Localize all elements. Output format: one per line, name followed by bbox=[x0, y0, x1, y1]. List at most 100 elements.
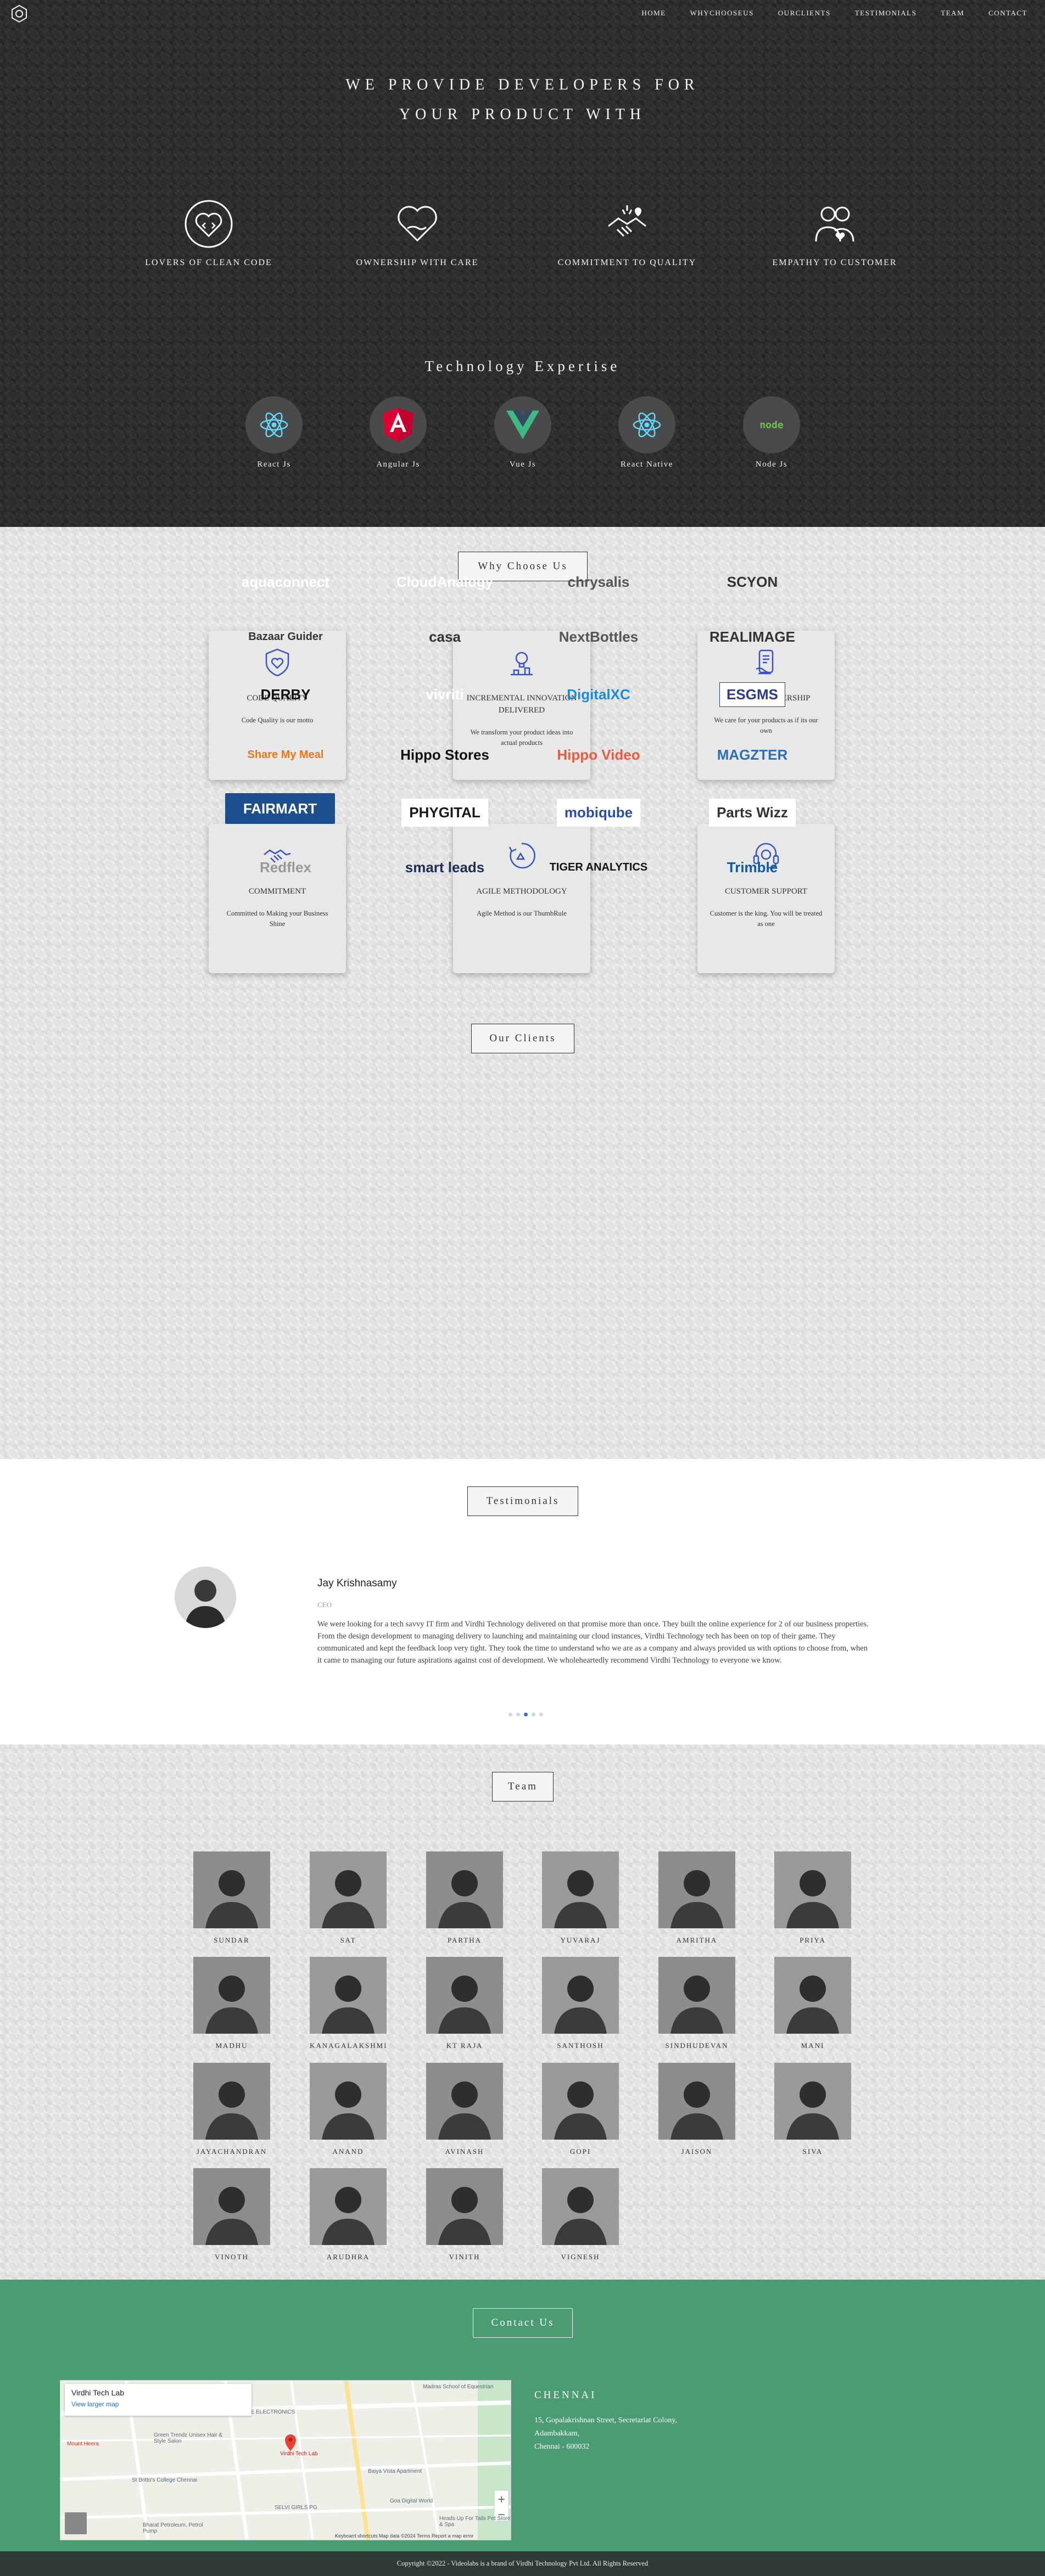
client-logo-text: Hippo Stores bbox=[400, 746, 489, 763]
people-heart-icon bbox=[815, 206, 854, 242]
map-place-label[interactable]: Baiya Vista Apartment bbox=[368, 2468, 422, 2474]
carousel-dot[interactable] bbox=[516, 1713, 520, 1716]
client-logo-text: CloudAnalogy bbox=[396, 573, 494, 590]
card-description: We care for your products as if its our … bbox=[714, 716, 818, 734]
client-logo-redflex: Redflex bbox=[225, 848, 346, 886]
client-logo-hippo-video: Hippo Video bbox=[538, 736, 659, 774]
address-line: 15, Gopalakrishnan Street, Secretariat C… bbox=[534, 2416, 677, 2425]
map-place-title: Virdhi Tech Lab bbox=[71, 2388, 124, 2397]
team-member-name: VIGNESH bbox=[561, 2253, 600, 2261]
map-place-label[interactable]: Green Trendz Unisex Hair & Style Salon bbox=[154, 2432, 225, 2444]
team-member-name: AMRITHA bbox=[676, 1936, 718, 1944]
map-place-label[interactable]: Madras School of Equestrian bbox=[423, 2384, 493, 2390]
client-logo-text: vivriti bbox=[426, 686, 464, 703]
client-logo-text: Share My Meal bbox=[247, 748, 324, 761]
map-place-label[interactable]: St Britto's College Chennai bbox=[132, 2477, 197, 2483]
client-logo-text: Trimble bbox=[727, 858, 778, 875]
brand-logo[interactable] bbox=[10, 4, 29, 23]
team-member-name: PARTHA bbox=[447, 1936, 482, 1944]
card-description: Committed to Making your Business Shine bbox=[226, 910, 328, 928]
team-member-sat: SAT bbox=[310, 1851, 387, 1945]
nav-testimonials[interactable]: TESTIMONIALS bbox=[855, 9, 917, 18]
client-logo-text: NextBottles bbox=[558, 628, 639, 645]
team-member-photo bbox=[426, 2063, 503, 2140]
testimonial-role: CEO bbox=[317, 1601, 332, 1609]
team-member-name: YUVARAJ bbox=[560, 1936, 601, 1944]
team-member-siva: SIVA bbox=[774, 2063, 851, 2156]
client-logo-casa: casa bbox=[384, 618, 505, 656]
innovation-icon bbox=[511, 652, 533, 676]
zoom-in-icon[interactable]: + bbox=[497, 2494, 505, 2505]
tech-label: React Native bbox=[621, 460, 673, 469]
tech-react: React Js bbox=[236, 396, 312, 469]
client-logo-text: DERBY bbox=[260, 686, 311, 703]
card-title: AGILE METHODOLOGY bbox=[476, 887, 567, 896]
tech-expertise-title: Technology Expertise bbox=[424, 358, 621, 374]
map-place-label[interactable]: Virdhi Tech Lab bbox=[280, 2451, 318, 2457]
card-title: COMMITMENT bbox=[248, 887, 306, 896]
nav-contact[interactable]: CONTACT bbox=[988, 9, 1027, 18]
carousel-dot[interactable] bbox=[508, 1713, 512, 1716]
nav-team[interactable]: TEAM bbox=[941, 9, 964, 18]
client-logo-fairmart: FAIRMART bbox=[225, 793, 335, 824]
team-member-name: PRIYA bbox=[800, 1936, 826, 1944]
tech-icon-circle bbox=[494, 396, 551, 453]
team-member-photo bbox=[426, 2168, 503, 2245]
team-member-photo bbox=[658, 1957, 735, 2034]
team-member-photo bbox=[658, 1851, 735, 1928]
map-place-label[interactable]: Goa Digital World bbox=[390, 2498, 433, 2504]
team-member-photo bbox=[774, 1851, 851, 1928]
team-member-photo bbox=[774, 2063, 851, 2140]
map-place-label[interactable]: Mount Heera bbox=[67, 2441, 99, 2447]
team-member-name: SUNDAR bbox=[214, 1936, 250, 1944]
nav-our-clients[interactable]: OURCLIENTS bbox=[778, 9, 831, 18]
tech-angular: Angular Js bbox=[360, 396, 437, 469]
map-satellite-toggle[interactable] bbox=[65, 2512, 87, 2534]
value-ownership: OWNERSHIP WITH CARE bbox=[335, 198, 500, 268]
nav-home[interactable]: HOME bbox=[641, 9, 666, 18]
client-logo-chrysalis: chrysalis bbox=[538, 563, 659, 601]
team-member-yuvaraj: YUVARAJ bbox=[542, 1851, 619, 1945]
team-section: Team SUNDAR SAT PARTHA YUVARAJ AMRITHA PRIYA M… bbox=[0, 1744, 1045, 2280]
vue-icon bbox=[506, 411, 539, 439]
team-member-avinash: AVINASH bbox=[426, 2063, 503, 2156]
tech-vue: Vue Js bbox=[484, 396, 561, 469]
map-place-label[interactable]: Heads Up For Tails Pet Store & Spa bbox=[439, 2516, 511, 2528]
testimonial-text: We were looking for a tech savvy IT firm… bbox=[317, 1620, 869, 1665]
map-place-label[interactable]: SELVI GIRLS PG bbox=[275, 2505, 317, 2511]
person-silhouette-icon bbox=[175, 1567, 236, 1628]
team-member-name: AVINASH bbox=[445, 2147, 484, 2156]
team-member-name: VINITH bbox=[449, 2253, 480, 2261]
client-logo-bazaar-guider: Bazaar Guider bbox=[225, 618, 346, 656]
team-member-jaison: JAISON bbox=[658, 2063, 735, 2156]
location-map[interactable]: + − EAGLE ELECTRONICS Madras School of Eq… bbox=[60, 2380, 511, 2540]
client-logo-realimage: REALIMAGE bbox=[692, 618, 813, 656]
client-logo-scyon: SCYON bbox=[692, 563, 813, 601]
client-logo-cloudanalogy: CloudAnalogy bbox=[384, 563, 505, 601]
carousel-dot[interactable] bbox=[532, 1713, 535, 1716]
client-logo-text: mobiqube bbox=[556, 798, 641, 827]
view-larger-map-link[interactable]: View larger map bbox=[71, 2400, 245, 2408]
team-member-photo bbox=[310, 1957, 387, 2034]
team-member-santhosh: SANTHOSH bbox=[542, 1957, 619, 2050]
site-footer: Copyright ©2022 - Videolabs is a brand o… bbox=[0, 2551, 1045, 2576]
client-logo-parts-wizz: Parts Wizz bbox=[692, 793, 813, 832]
card-description: Agile Method is our ThumbRule bbox=[477, 910, 567, 917]
react-icon bbox=[633, 412, 661, 437]
carousel-dot[interactable] bbox=[539, 1713, 543, 1716]
team-member-name: SIVA bbox=[802, 2147, 823, 2156]
nav-why-choose-us[interactable]: WHYCHOOSEUS bbox=[690, 9, 754, 18]
map-place-label[interactable]: Bharat Petroleum, Petrol Pump bbox=[143, 2522, 214, 2534]
client-logo-magzter: MAGZTER bbox=[692, 736, 813, 774]
client-logo-text: chrysalis bbox=[567, 573, 630, 590]
team-member-priya: PRIYA bbox=[774, 1851, 851, 1945]
handshake-icon bbox=[608, 205, 646, 237]
carousel-dot-active[interactable] bbox=[524, 1713, 528, 1716]
client-logo-vivriti: vivriti bbox=[384, 675, 505, 714]
team-member-photo bbox=[542, 1851, 619, 1928]
client-logo-text: Bazaar Guider bbox=[248, 630, 323, 643]
testimonials-heading: Testimonials bbox=[467, 1486, 578, 1516]
client-logo-text: DigitalXC bbox=[567, 686, 630, 703]
client-logo-text: TIGER ANALYTICS bbox=[549, 861, 648, 873]
card-customer-support: CUSTOMER SUPPORT Customer is the king. Y… bbox=[697, 824, 835, 973]
